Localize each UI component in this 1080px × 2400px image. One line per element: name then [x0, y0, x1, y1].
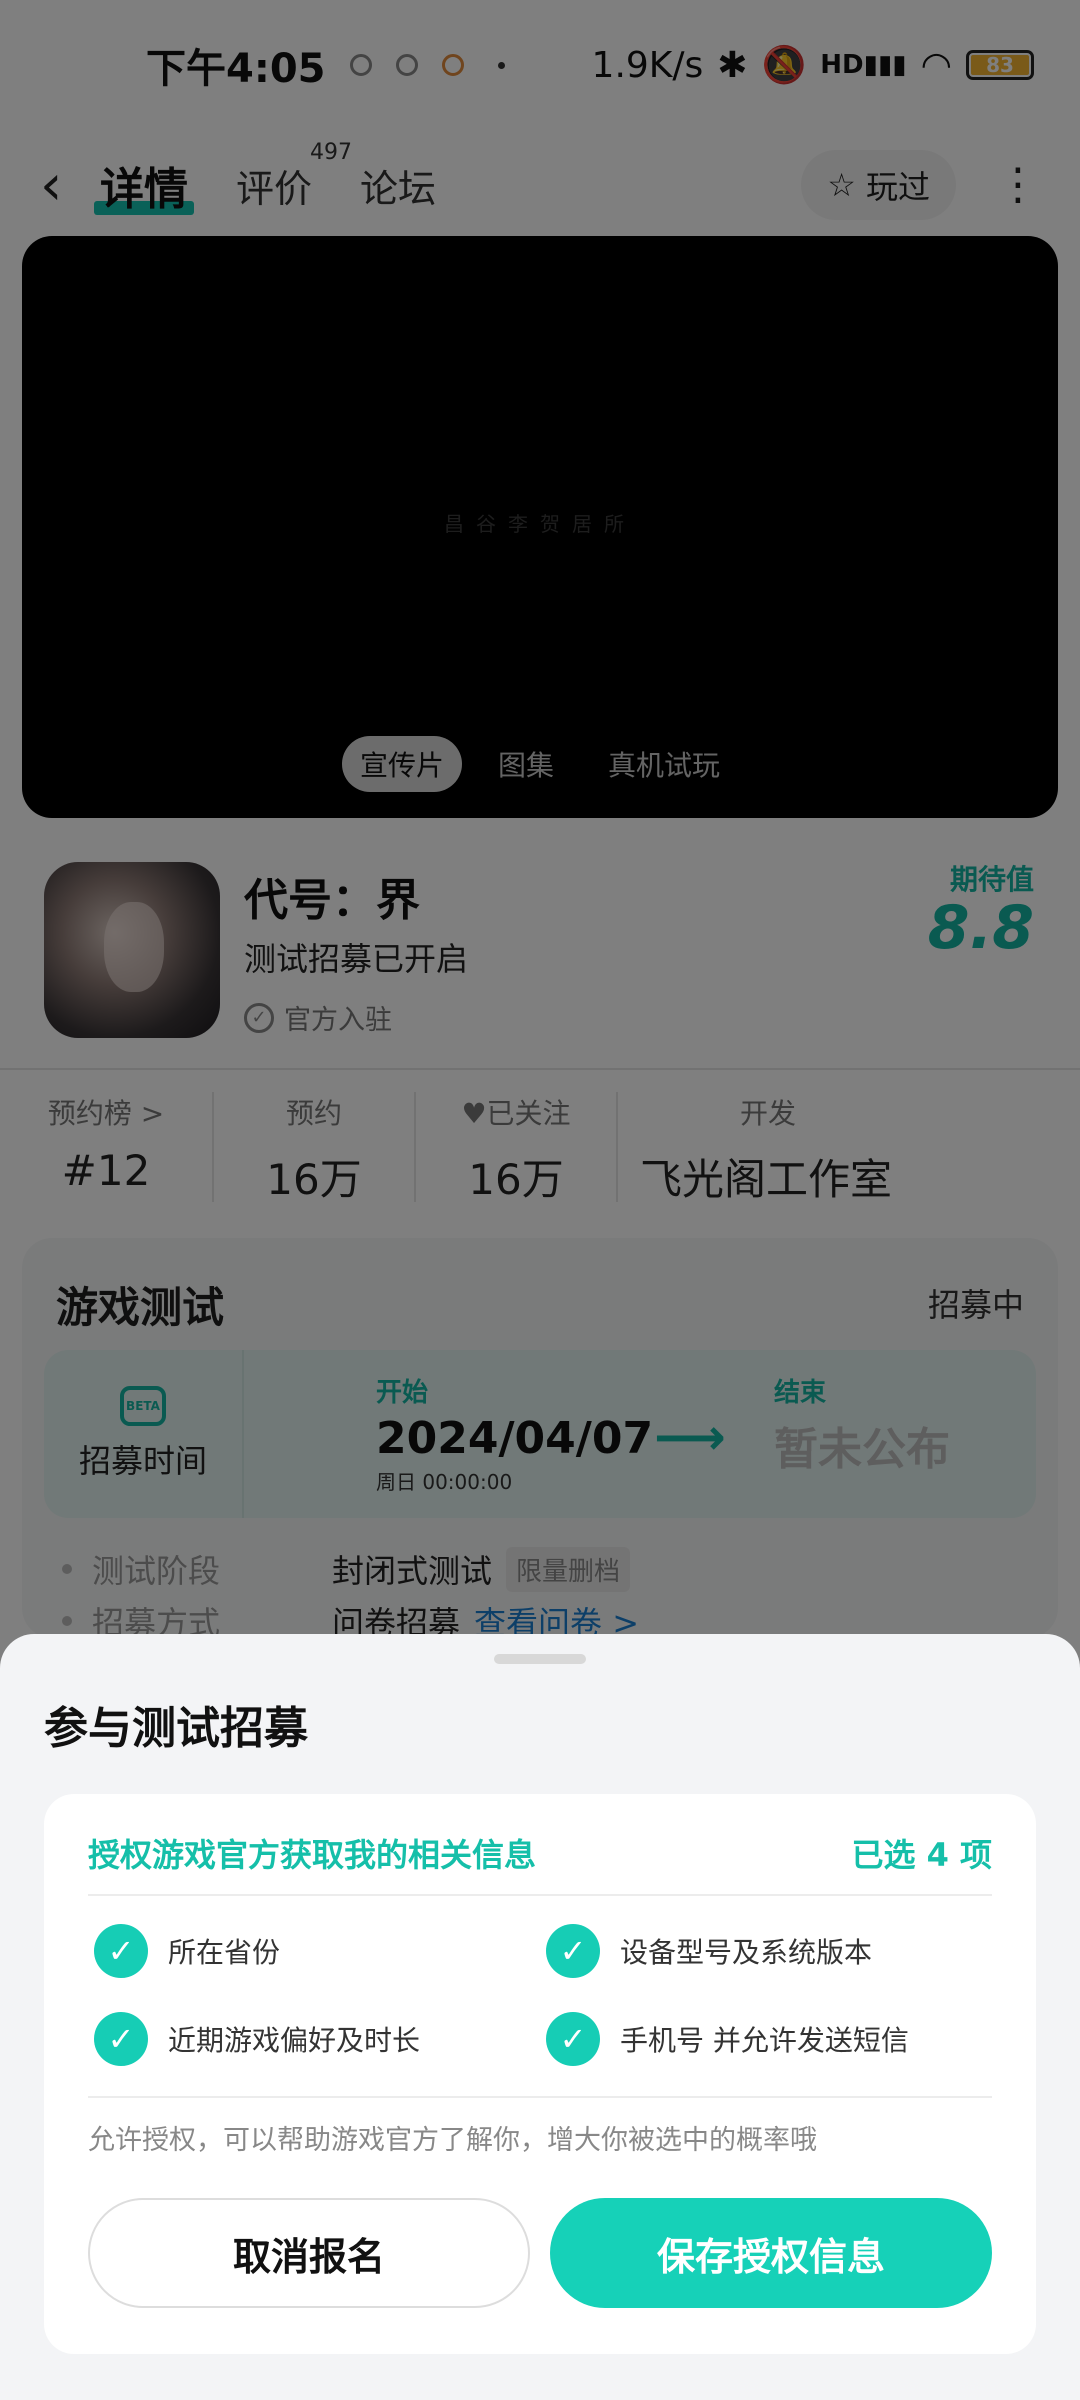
- auth-hint: 允许授权，可以帮助游戏官方了解你，增大你被选中的概率哦: [88, 2125, 817, 2156]
- checkmark-icon: ✓: [94, 2012, 148, 2066]
- auth-header: 授权游戏官方获取我的相关信息 已选 4 项: [88, 1830, 992, 1876]
- auth-item-province[interactable]: ✓ 所在省份: [94, 1924, 280, 1978]
- divider: [88, 2096, 992, 2098]
- drag-handle[interactable]: [494, 1654, 586, 1664]
- checkmark-icon: ✓: [94, 1924, 148, 1978]
- checkmark-icon: ✓: [546, 2012, 600, 2066]
- cancel-signup-button[interactable]: 取消报名: [88, 2198, 530, 2308]
- auth-item-label: 手机号 并允许发送短信: [620, 2024, 909, 2057]
- auth-item-device[interactable]: ✓ 设备型号及系统版本: [546, 1924, 872, 1978]
- divider: [88, 1894, 992, 1896]
- auth-item-label: 近期游戏偏好及时长: [168, 2024, 421, 2057]
- auth-item-label: 设备型号及系统版本: [620, 1936, 873, 1969]
- selected-count: 已选 4 项: [851, 1836, 992, 1874]
- auth-item-phone[interactable]: ✓ 手机号 并允许发送短信: [546, 2012, 909, 2066]
- save-authorization-button[interactable]: 保存授权信息: [550, 2198, 992, 2308]
- checkmark-icon: ✓: [546, 1924, 600, 1978]
- auth-item-label: 所在省份: [168, 1936, 281, 1969]
- auth-item-preferences[interactable]: ✓ 近期游戏偏好及时长: [94, 2012, 420, 2066]
- auth-title: 授权游戏官方获取我的相关信息: [88, 1836, 537, 1874]
- recruit-bottom-sheet: 参与测试招募 授权游戏官方获取我的相关信息 已选 4 项 ✓ 所在省份 ✓ 设备…: [0, 1634, 1080, 2400]
- sheet-title: 参与测试招募: [44, 1703, 308, 1754]
- authorization-card: 授权游戏官方获取我的相关信息 已选 4 项 ✓ 所在省份 ✓ 设备型号及系统版本…: [44, 1794, 1036, 2354]
